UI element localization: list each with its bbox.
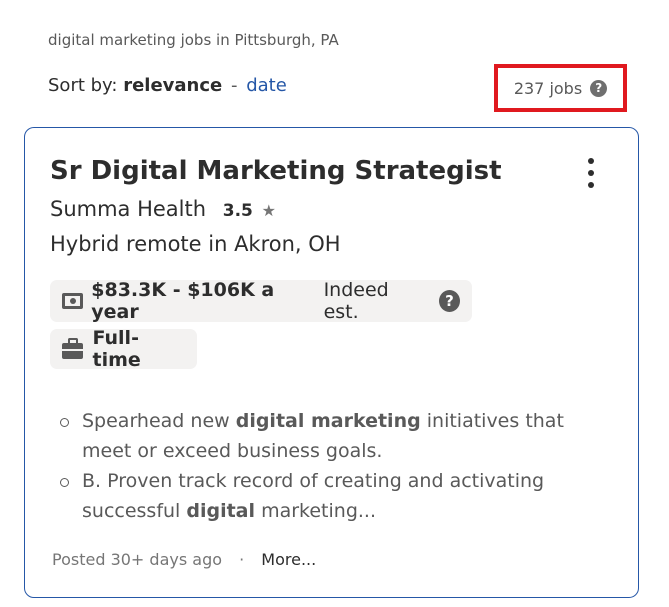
salary-badge: $83.3K - $106K a year Indeed est. ? bbox=[50, 279, 472, 323]
posted-date: Posted 30+ days ago bbox=[52, 550, 223, 569]
job-card[interactable]: Sr Digital Marketing Strategist Summa He… bbox=[24, 127, 639, 598]
job-type-badge: Full-time bbox=[50, 327, 197, 371]
company-rating: 3.5 bbox=[222, 201, 253, 221]
job-snippet: Spearhead new digital marketing initiati… bbox=[58, 406, 598, 526]
snippet-item: B. Proven track record of creating and a… bbox=[58, 466, 598, 526]
job-count-highlight: 237 jobs ? bbox=[494, 64, 627, 112]
company-name[interactable]: Summa Health bbox=[50, 197, 206, 221]
more-options-icon[interactable] bbox=[581, 158, 601, 188]
more-link[interactable]: More... bbox=[261, 550, 316, 569]
job-type: Full-time bbox=[92, 327, 141, 371]
company-line: Summa Health 3.5 ★ bbox=[50, 197, 276, 221]
briefcase-icon bbox=[62, 337, 85, 359]
sort-label: Sort by: bbox=[48, 75, 118, 96]
sort-separator: - bbox=[230, 75, 238, 96]
help-icon[interactable]: ? bbox=[439, 290, 460, 312]
sort-relevance-option: relevance bbox=[123, 75, 223, 96]
money-icon bbox=[62, 293, 84, 309]
salary-estimate-note: Indeed est. bbox=[323, 279, 389, 323]
snippet-item: Spearhead new digital marketing initiati… bbox=[58, 406, 598, 466]
job-title[interactable]: Sr Digital Marketing Strategist bbox=[50, 156, 502, 186]
job-location: Hybrid remote in Akron, OH bbox=[50, 232, 341, 256]
footer-separator: · bbox=[239, 550, 245, 569]
search-breadcrumb: digital marketing jobs in Pittsburgh, PA bbox=[48, 31, 339, 49]
job-footer: Posted 30+ days ago · More... bbox=[52, 550, 316, 569]
sort-date-link[interactable]: date bbox=[246, 75, 287, 96]
salary-range: $83.3K - $106K a year bbox=[91, 279, 275, 323]
job-count: 237 jobs bbox=[513, 78, 583, 98]
star-icon: ★ bbox=[261, 201, 276, 220]
sort-controls: Sort by: relevance - date bbox=[48, 75, 287, 96]
help-icon[interactable]: ? bbox=[590, 79, 608, 97]
